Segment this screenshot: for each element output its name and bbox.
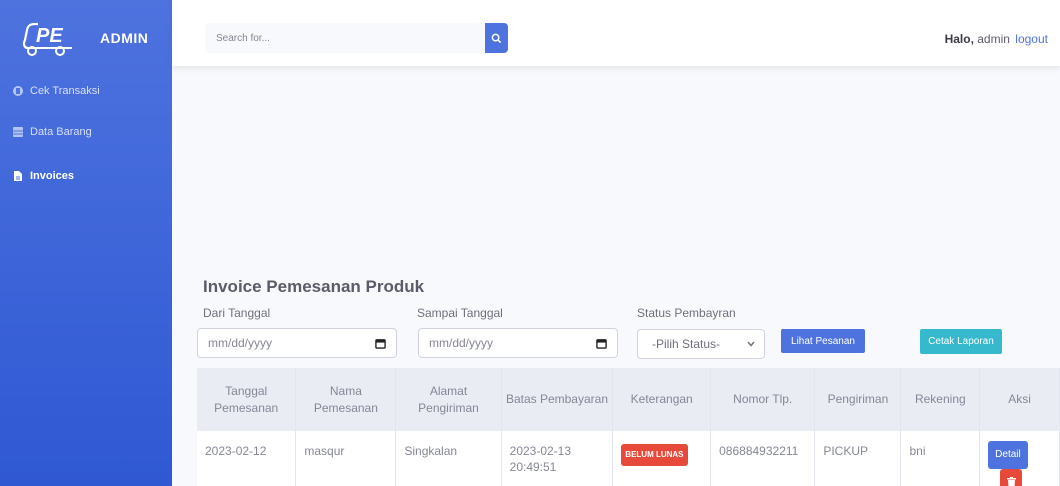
cell-pengiriman: PICKUP [814,431,902,486]
trash-icon [1006,476,1016,486]
print-report-button[interactable]: Cetak Laporan [920,329,1002,354]
page-title: Invoice Pemesanan Produk [203,277,425,296]
cell-aksi: Detail [979,431,1060,486]
receipt-icon [12,85,24,97]
cell-keterangan: BELUM LUNAS [612,431,712,486]
sidebar-item-cek-transaksi[interactable]: Cek Transaksi [12,85,100,97]
status-label: Status Pembayran [637,306,736,320]
sidebar: PE ADMIN Cek Transaksi Data Barang Invoi [0,0,172,486]
sidebar-item-data-barang[interactable]: Data Barang [12,126,92,138]
logout-link[interactable]: logout [1015,32,1048,46]
col-header: Tanggal Pemesanan [197,368,297,431]
detail-button[interactable]: Detail [988,441,1028,469]
topbar: Halo, admin logout [172,0,1060,66]
col-header: Keterangan [612,368,712,431]
cell-rekening: bni [900,431,981,486]
calendar-icon[interactable] [596,338,607,349]
cell-alamat: Singkalan [395,431,502,486]
sidebar-item-label: Cek Transaksi [30,85,100,97]
table-icon [12,126,24,138]
search-button[interactable] [485,23,508,53]
from-date-placeholder: mm/dd/yyyy [208,336,273,350]
cell-batas: 2023-02-13 20:49:51 [501,431,614,486]
user-greeting: Halo, admin logout [945,32,1048,46]
chevron-down-icon [747,341,755,347]
col-header: Alamat Pengiriman [395,368,502,431]
greeting-user: admin [973,32,1010,46]
sidebar-item-label: Data Barang [30,126,92,138]
cell-nama: masqur [295,431,397,486]
search-input[interactable] [205,23,485,53]
table-row: 2023-02-12 masqur Singkalan 2023-02-13 2… [197,431,1060,486]
to-date-field[interactable]: mm/dd/yyyy [418,328,618,358]
col-header: Nama Pemesanan [295,368,397,431]
admin-app: PE ADMIN Cek Transaksi Data Barang Invoi [0,0,1060,486]
search-icon [491,33,502,43]
status-selected: -Pilih Status- [652,337,721,351]
delete-button[interactable] [1000,469,1023,486]
sidebar-item-invoices[interactable]: Invoices [12,170,74,182]
view-orders-button[interactable]: Lihat Pesanan [781,329,865,353]
main-content: Invoice Pemesanan Produk Dari Tanggal mm… [172,66,1060,486]
col-header: Nomor Tlp. [710,368,816,431]
greeting-label: Halo, [944,32,974,46]
cell-tanggal: 2023-02-12 [197,431,297,486]
brand[interactable]: PE ADMIN [0,0,172,76]
status-select[interactable]: -Pilih Status- [637,329,765,359]
to-date-placeholder: mm/dd/yyyy [429,336,494,350]
sidebar-item-label: Invoices [30,170,75,182]
col-header: Batas Pembayaran [501,368,614,431]
table-header-row: Tanggal Pemesanan Nama Pemesanan Alamat … [197,368,1060,431]
from-date-label: Dari Tanggal [203,306,271,320]
col-header: Aksi [979,368,1060,431]
calendar-icon[interactable] [375,338,386,349]
brand-name: ADMIN [100,30,149,46]
truck-logo-icon: PE [22,22,72,56]
file-icon [12,170,24,182]
brand-logo-text: PE [36,25,63,47]
col-header: Rekening [900,368,981,431]
from-date-field[interactable]: mm/dd/yyyy [197,328,397,358]
to-date-label: Sampai Tanggal [417,306,503,320]
invoice-table: Tanggal Pemesanan Nama Pemesanan Alamat … [197,368,1060,486]
status-badge: BELUM LUNAS [621,444,688,466]
cell-telp: 086884932211 [710,431,816,486]
col-header: Pengiriman [814,368,902,431]
